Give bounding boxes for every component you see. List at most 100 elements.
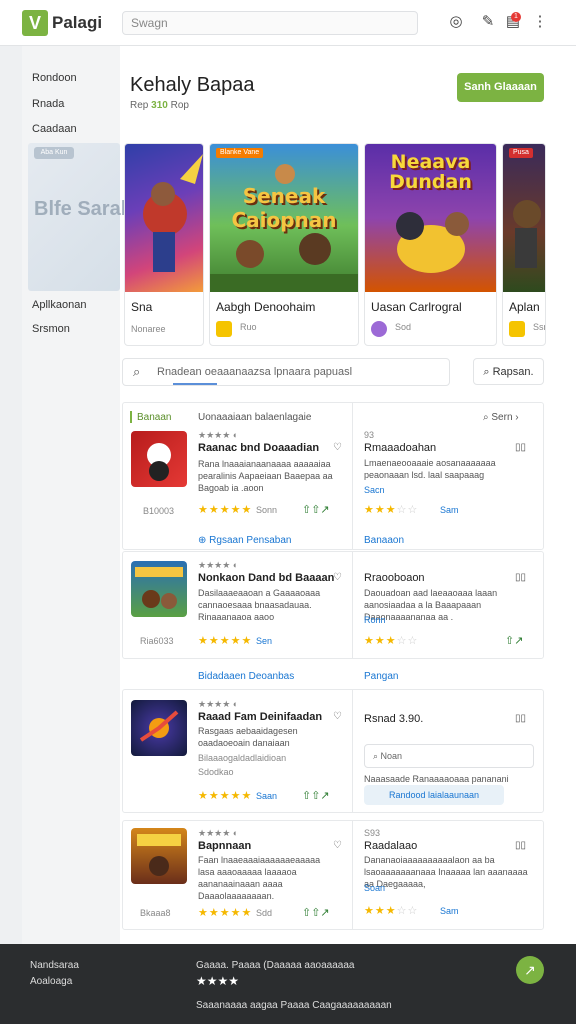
right-description: Dananaoiaaaaaaaaaalaon aa ba lsaoaaaaaaa… (364, 855, 528, 889)
app-logo[interactable]: V (22, 10, 48, 36)
right-title[interactable]: Raadalaao (364, 840, 417, 852)
card-art (125, 144, 203, 292)
bookmark-icon[interactable]: ♡ (333, 840, 342, 851)
right-title[interactable]: Rmaaadoahan (364, 442, 436, 454)
column-divider (352, 402, 353, 550)
bookmark-icon[interactable]: ♡ (333, 711, 342, 722)
search-input[interactable]: Swagn (122, 11, 418, 35)
rating-label: Sdd (256, 908, 273, 918)
card-meta: Nonaree (131, 324, 166, 334)
page-title: Kehaly Bapaa (130, 74, 255, 96)
top-bar: V Palagi Swagn ◎ ✎ ▤ 1 ⋮ (0, 0, 576, 46)
character-illustration (513, 200, 541, 268)
item-subline: Bilaaaogaldadlaidioan (198, 753, 287, 763)
mascot-illustration (396, 212, 469, 273)
footer-link[interactable]: Nandsaraa (30, 960, 79, 971)
sidebar-item[interactable]: Srsmon (32, 323, 70, 335)
window-icon[interactable]: ▯▯ (515, 713, 526, 724)
right-number: S93 (364, 828, 381, 838)
tools-icon[interactable]: ✎ (478, 12, 498, 32)
rating-stars-muted: ★★★★ ◐ (198, 828, 239, 838)
game-illustration (135, 567, 183, 609)
bookmark-icon[interactable]: ♡ (333, 572, 342, 583)
right-link[interactable]: Soan (364, 883, 385, 893)
action-pill-button[interactable]: Randood laialaaunaan (364, 785, 504, 805)
sidebar-item[interactable]: Rondoon (32, 72, 77, 84)
share-icons[interactable]: ⇧⇧↗ (302, 789, 330, 802)
sidebar-item[interactable]: Apllkaonan (32, 299, 86, 311)
right-link[interactable]: Ronn (364, 615, 386, 625)
item-title[interactable]: Raaad Fam Deinifaadan (198, 711, 322, 723)
rating-stars: ★★★★★ (198, 907, 253, 919)
rating-stars-muted: ★★★★ ◐ (198, 430, 239, 440)
section-link[interactable]: ⊕ Rgsaan Pensaban (198, 535, 291, 546)
game-card[interactable]: Blanke Vane Seneak Caiopnan Aabgh Denooh… (209, 143, 359, 346)
item-title[interactable]: Bapnnaan (198, 840, 251, 852)
more-icon[interactable]: ⋮ (530, 12, 550, 32)
section-sublabel: Uonaaaiaan balaenlagaie (198, 412, 312, 423)
share-icons[interactable]: ⇧⇧↗ (302, 503, 330, 516)
card-title: Sna (131, 300, 153, 314)
search-icon: ⌕ (133, 364, 141, 379)
card-meta: Ssn (533, 322, 545, 332)
column-divider (352, 820, 353, 930)
card-meta: Ruo (240, 322, 257, 332)
filter-search-input[interactable]: ⌕ Rnadean oeaaanaazsa lpnaara papuasl (122, 358, 450, 386)
game-icon (216, 321, 232, 337)
page-subtitle: Rep 310 Rop (130, 100, 189, 111)
right-number: 93 (364, 430, 375, 440)
footer-link[interactable]: Aoaloaga (30, 976, 72, 987)
column-divider (352, 551, 353, 659)
item-id: Ria6033 (140, 636, 174, 646)
card-art: Pusa (503, 144, 545, 292)
game-card[interactable]: Pusa Aplan Ssn (502, 143, 546, 346)
rating-stars: ★★★★★ (198, 635, 253, 647)
card-art: Blanke Vane Seneak Caiopnan (210, 144, 358, 292)
sidebar-item[interactable]: Rnada (32, 98, 64, 110)
primary-cta-button[interactable]: Sanh Glaaaan (457, 73, 544, 102)
game-icon (509, 321, 525, 337)
rating-stars-muted: ★★★★ ◐ (198, 560, 239, 570)
footer-stars: ★★★★ (196, 974, 240, 988)
game-card[interactable]: Neaava Dundan Uasan Carlrogral Sod (364, 143, 497, 346)
filter-placeholder: Rnadean oeaaanaazsa lpnaara papuasl (157, 366, 353, 378)
active-underline (173, 383, 217, 385)
app-thumbnail[interactable] (131, 828, 187, 884)
theme-icon[interactable]: ◎ (446, 12, 466, 32)
character-illustration (147, 443, 171, 481)
sidebar-item[interactable]: Caadaan (32, 123, 77, 135)
inline-search-input[interactable]: ⌕ Noan (364, 744, 534, 768)
right-title[interactable]: Rraooboaon (364, 572, 425, 584)
bookmark-icon[interactable]: ♡ (333, 442, 342, 453)
section-label: Pangan (364, 671, 399, 682)
item-id: Sdodkao (198, 767, 234, 777)
game-icon (371, 321, 387, 337)
right-link[interactable]: Sacn (364, 485, 385, 495)
window-icon[interactable]: ▯▯ (515, 840, 526, 851)
section-marker (130, 411, 132, 423)
app-thumbnail[interactable] (131, 700, 187, 756)
share-icons[interactable]: ⇧↗ (505, 634, 523, 647)
item-description: Rana lnaaaianaanaaaa aaaaaiaa pearalinis… (198, 459, 333, 493)
filter-search-button[interactable]: ⌕ Rapsan. (473, 358, 544, 385)
card-art: Neaava Dundan (365, 144, 496, 292)
card-title: Uasan Carlrogral (371, 300, 462, 314)
footer-bottom-text: Saaanaaaa aagaa Paaaa Caagaaaaaaaaan (196, 1000, 392, 1011)
window-icon[interactable]: ▯▯ (515, 442, 526, 453)
hero-illustration (143, 154, 203, 272)
item-id: B10003 (143, 506, 175, 516)
game-card[interactable]: Sna Nonaree (124, 143, 204, 346)
card-title: Aplan (509, 300, 540, 314)
share-icons[interactable]: ⇧⇧↗ (302, 906, 330, 919)
right-title[interactable]: Rsnad 3.90. (364, 713, 423, 725)
app-thumbnail[interactable] (131, 561, 187, 617)
floating-action-button[interactable]: ↗ (516, 956, 544, 984)
item-title[interactable]: Nonkaon Dand bd Baaaan (198, 572, 334, 584)
game-illustration (137, 834, 181, 876)
item-title[interactable]: Raanac bnd Doaaadian (198, 442, 319, 454)
section-action-link[interactable]: ⌕ Sern › (483, 412, 519, 423)
rating-label: Saan (256, 791, 278, 801)
section-label: Banaan (137, 412, 172, 423)
window-icon[interactable]: ▯▯ (515, 572, 526, 583)
app-thumbnail[interactable] (131, 431, 187, 487)
